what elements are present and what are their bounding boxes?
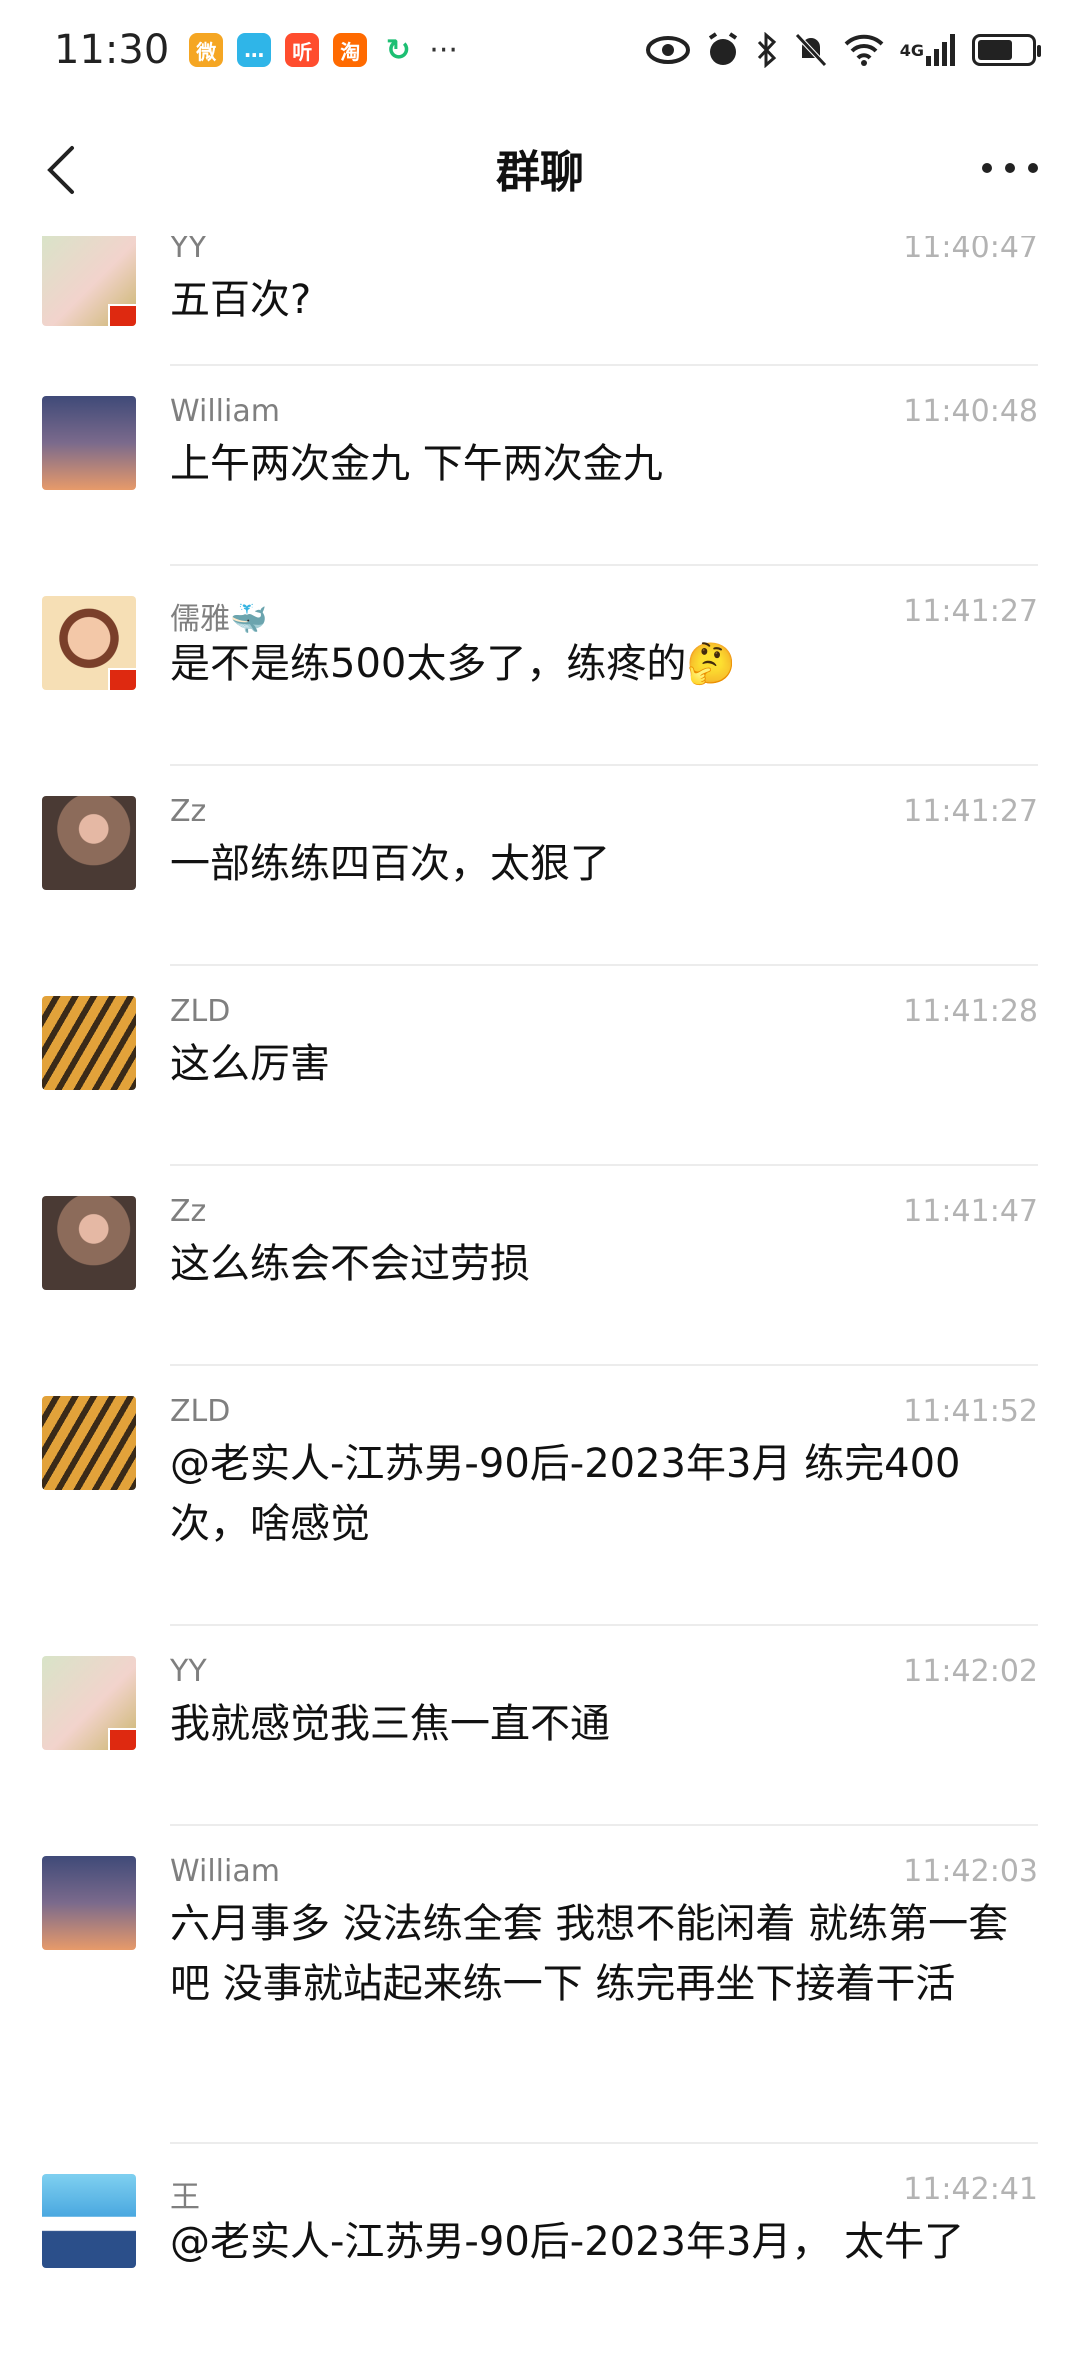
status-left: 11:30 微 … 听 淘 ↻ ··· [54,27,458,73]
wifi-icon [844,34,884,66]
message-time: 11:40:47 [903,236,1038,265]
chat-bubble-icon: … [237,33,272,67]
avatar[interactable] [42,1196,136,1290]
message-text: 五百次? [170,277,312,323]
message-time: 11:41:28 [903,994,1038,1029]
message-time: 11:41:27 [903,794,1038,829]
sender-name: William [170,1854,280,1889]
alarm-icon [706,32,740,68]
message-time: 11:42:41 [903,2172,1038,2207]
message-time: 11:41:47 [903,1194,1038,1229]
avatar[interactable] [42,1856,136,1950]
message-item[interactable]: Zz 11:41:27 一部练练四百次，太狠了 [0,764,1080,964]
battery-icon [972,34,1041,66]
avatar[interactable] [42,1396,136,1490]
sync-icon: ↻ [381,33,416,68]
message-text: 一部练练四百次，太狠了 [170,841,610,887]
ting-icon: 听 [285,33,320,67]
sender-name: 王 [170,2180,200,2215]
message-item[interactable]: ZLD 11:41:28 这么厉害 [0,964,1080,1164]
avatar[interactable] [42,996,136,1090]
message-text: 上午两次金九 下午两次金九 [170,441,663,487]
status-right: 4G [645,32,1041,68]
network-type: 4G [899,40,924,60]
message-item[interactable]: ZLD 11:41:52 @老实人-江苏男-90后-2023年3月 练完400次… [0,1364,1080,1624]
cellular-signal-icon: 4G [900,34,956,66]
back-arrow-icon[interactable] [36,142,86,198]
avatar[interactable] [42,236,136,326]
status-time: 11:30 [54,27,170,73]
status-bar: 11:30 微 … 听 淘 ↻ ··· 4G [0,0,1080,100]
more-options-icon[interactable] [982,148,1038,188]
message-list[interactable]: YY 11:40:47 五百次? William 11:40:48 上午两次金九… [0,236,1080,2375]
message-item[interactable]: William 11:40:48 上午两次金九 下午两次金九 [0,364,1080,564]
message-text: 是不是练500太多了，练疼的🤔 [170,641,737,687]
message-item[interactable]: Zz 11:41:47 这么练会不会过劳损 [0,1164,1080,1364]
sender-name: Zz [170,794,207,829]
more-notifications-icon: ··· [429,32,458,68]
sender-name: Zz [170,1194,207,1229]
message-text: 六月事多 没法练全套 我想不能闲着 就练第一套吧 没事就站起来练一下 练完再坐下… [170,1901,1009,2007]
nav-bar: 群聊 [0,100,1080,236]
weibo-icon: 微 [189,33,224,67]
message-item[interactable]: 王 11:42:41 @老实人-江苏男-90后-2023年3月， 太牛了 [0,2142,1080,2375]
avatar[interactable] [42,396,136,490]
avatar[interactable] [42,2174,136,2268]
message-item[interactable]: William 11:42:03 六月事多 没法练全套 我想不能闲着 就练第一套… [0,1824,1080,2142]
mute-bell-icon [794,32,828,68]
page-title: 群聊 [496,147,584,198]
sender-name: ZLD [170,1394,231,1429]
message-time: 11:40:48 [903,394,1038,429]
message-text: @老实人-江苏男-90后-2023年3月 练完400次，啥感觉 [170,1441,961,1547]
sender-name: YY [170,1654,207,1689]
bluetooth-icon [756,32,778,68]
taobao-icon: 淘 [333,33,368,67]
eye-icon [645,35,690,65]
message-text: @老实人-江苏男-90后-2023年3月， 太牛了 [170,2219,965,2265]
avatar[interactable] [42,1656,136,1750]
avatar[interactable] [42,796,136,890]
message-time: 11:42:03 [903,1854,1038,1889]
message-text: 这么练会不会过劳损 [170,1241,530,1287]
avatar[interactable] [42,596,136,690]
sender-name: ZLD [170,994,231,1029]
sender-name: William [170,394,280,429]
sender-name: 儒雅🐳 [170,602,268,637]
message-text: 我就感觉我三焦一直不通 [170,1701,610,1747]
message-time: 11:41:52 [903,1394,1038,1429]
message-item[interactable]: YY 11:40:47 五百次? [0,236,1080,326]
message-item[interactable]: YY 11:42:02 我就感觉我三焦一直不通 [0,1624,1080,1824]
message-item[interactable]: 儒雅🐳 11:41:27 是不是练500太多了，练疼的🤔 [0,564,1080,764]
message-time: 11:42:02 [903,1654,1038,1689]
message-text: 这么厉害 [170,1041,330,1087]
message-time: 11:41:27 [903,594,1038,629]
sender-name: YY [170,236,207,265]
